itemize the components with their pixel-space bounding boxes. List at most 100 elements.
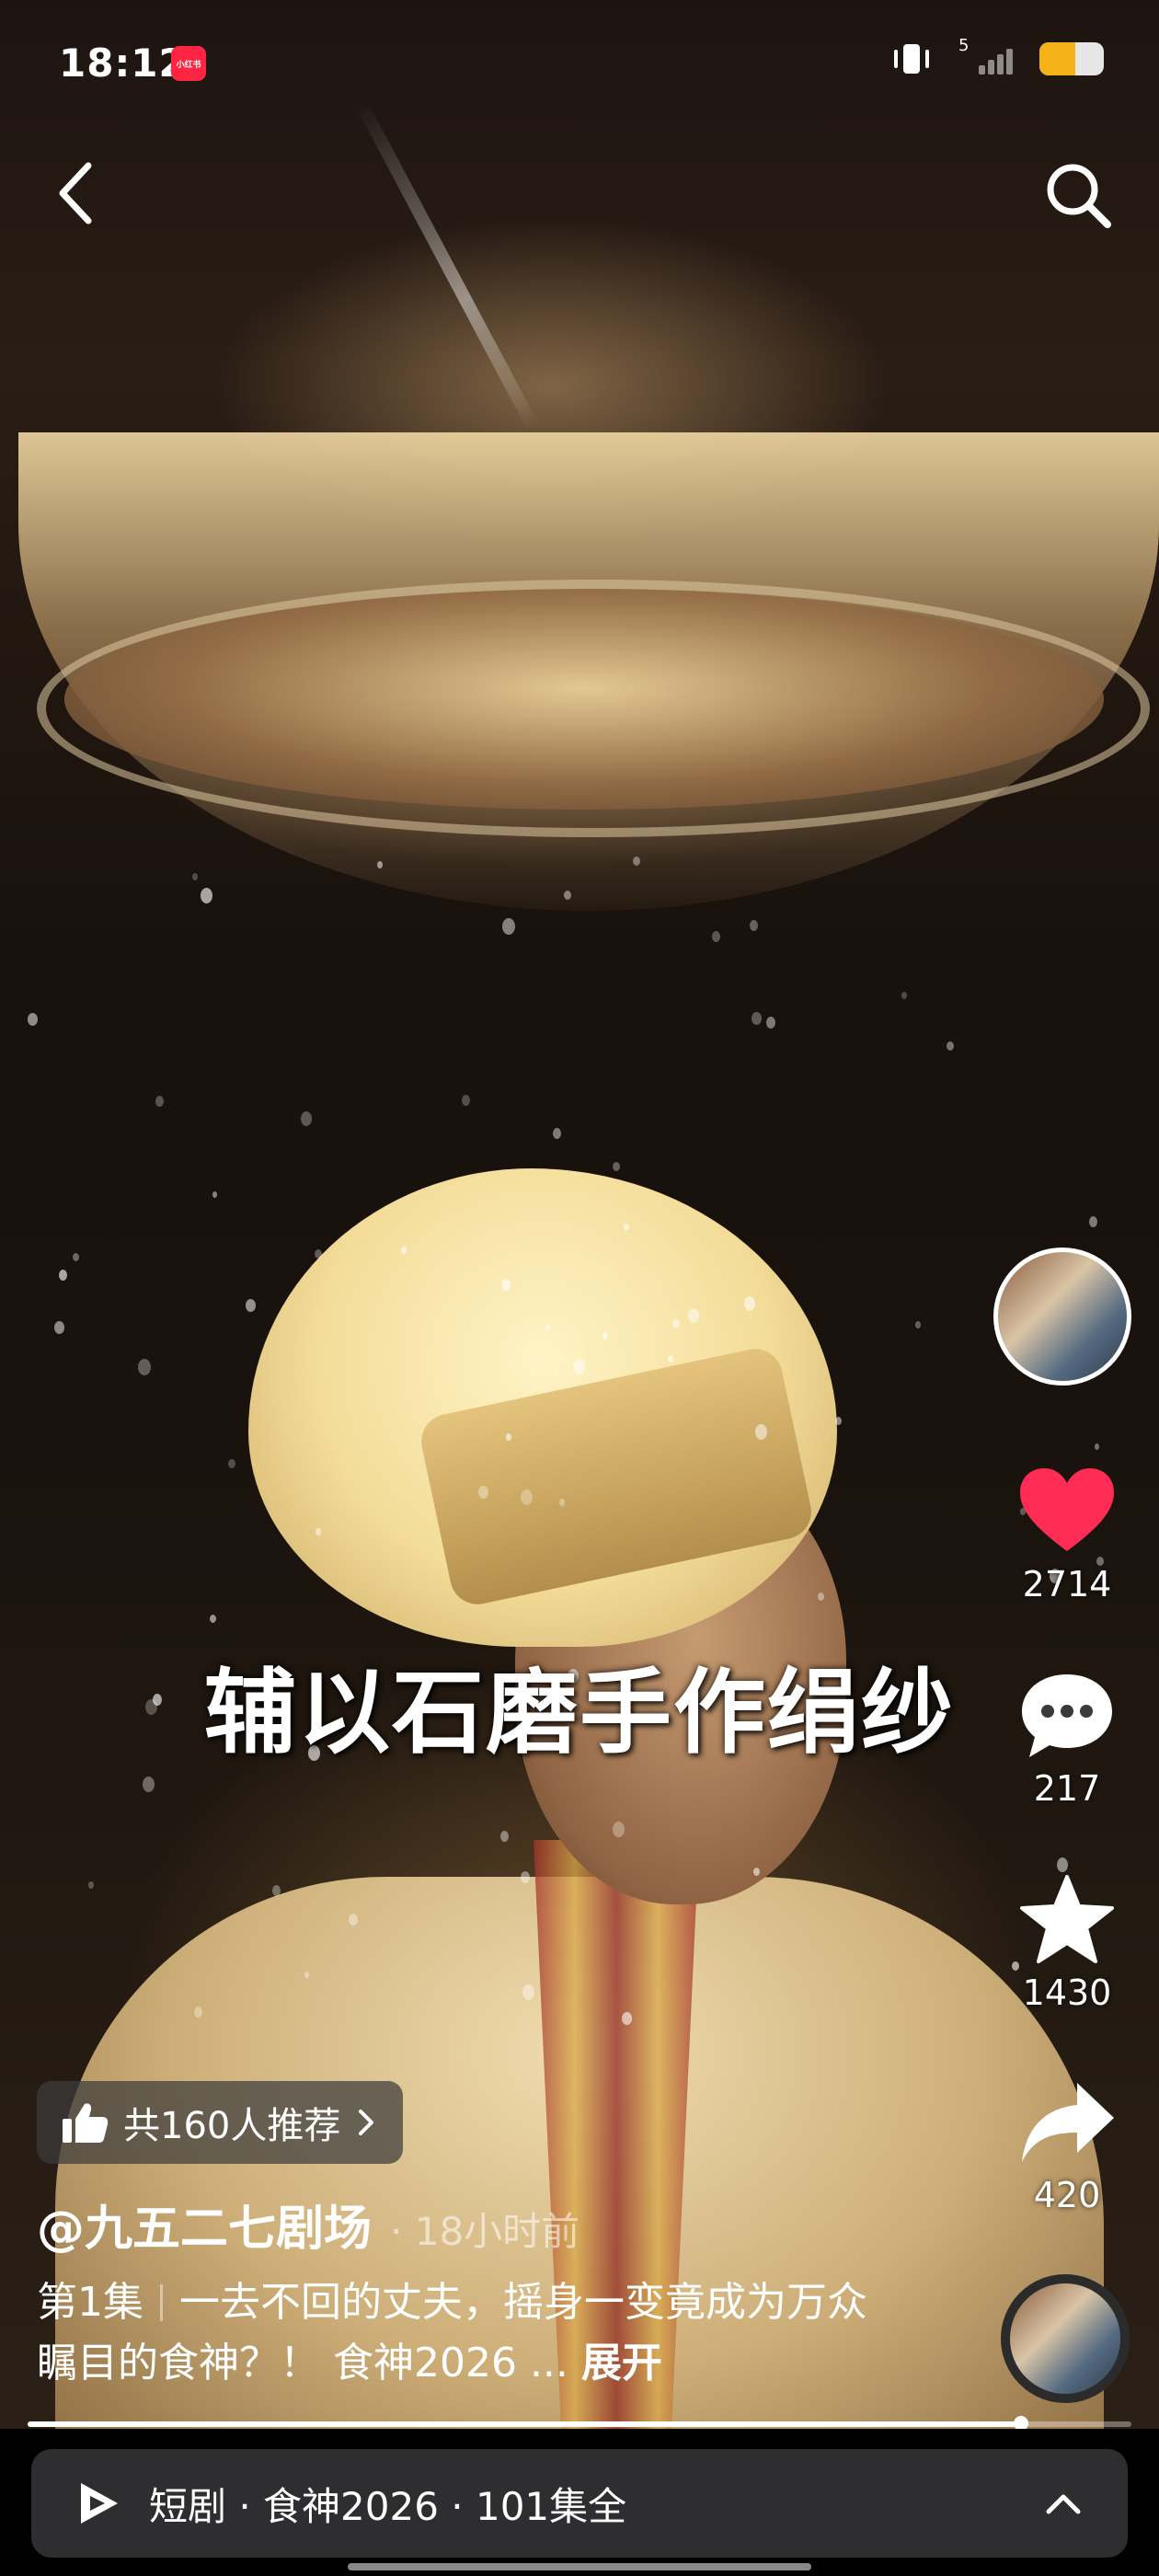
snow-flake [559,1499,565,1506]
episode-label: 第1集 [37,2279,143,2326]
snow-flake [688,1308,699,1323]
bowl-rim [37,580,1150,837]
snow-flake [54,1321,64,1334]
author-name[interactable]: @九五二七剧场 [37,2190,372,2259]
short-drama-icon [81,2483,118,2524]
author-line: @九五二七剧场 · 18小时前 [37,2190,580,2259]
chevron-right-icon [359,2110,374,2135]
signal-icon: 5 [958,36,1014,75]
caption-divider [160,2284,163,2321]
snow-flake [194,2007,202,2018]
back-button[interactable] [53,158,99,228]
favorite-count: 1430 [1022,1972,1112,2013]
status-icons: 5 [892,36,1104,75]
search-icon [1047,164,1111,228]
snow-flake [553,1128,561,1139]
snow-flake [613,1822,625,1837]
share-arrow-icon [1022,2083,1114,2162]
snow-flake [501,1279,511,1291]
snow-flake [947,1041,954,1051]
snow-flake [752,1012,762,1025]
snow-flake [1089,1216,1097,1227]
snow-flake [818,1593,824,1601]
snow-flake [228,1459,235,1468]
drama-series-bar[interactable]: 短剧 · 食神2026 · 101集全 [31,2449,1128,2558]
steam-stream [355,101,541,432]
snow-flake [564,891,571,900]
chevron-left-icon [59,162,92,224]
snow-flake [835,1417,842,1425]
snow-flake [401,1247,407,1254]
snow-flake [755,1424,767,1440]
snow-flake [766,1017,775,1029]
snow-flake [901,992,907,999]
snow-flake [138,1359,151,1375]
video-subtitle: 辅以石磨手作绢纱 [204,1659,955,1766]
music-disc[interactable] [1001,2274,1130,2403]
snow-flake [143,1777,155,1792]
snow-flake [633,857,640,866]
share-count: 420 [1033,2175,1101,2215]
snow-flake [712,931,720,942]
snow-flake [315,1249,322,1259]
video-player[interactable] [0,0,1159,2466]
home-indicator[interactable] [348,2563,811,2570]
snow-flake [521,1871,530,1883]
snow-flake [59,1270,67,1281]
snow-flake [522,1984,534,2000]
snow-flake [915,1321,921,1328]
vibrate-icon [892,42,933,75]
snow-flake [668,1355,673,1363]
snow-flake [622,2012,632,2025]
like-count: 2714 [1022,1564,1112,1604]
snow-flake [73,1253,79,1261]
comment-button[interactable]: 217 [993,1669,1141,1809]
snow-flake [349,1914,358,1926]
post-caption[interactable]: 第1集 一去不回的丈夫，摇身一变竟成为万众瞩目的食神？！ 食神2026 ... 展开 [37,2272,883,2394]
share-button[interactable]: 420 [993,2076,1141,2215]
snow-flake [301,1111,312,1126]
snow-flake [1057,1857,1068,1872]
search-button[interactable] [1041,158,1115,232]
like-button[interactable]: 2714 [993,1465,1141,1604]
snow-flake [192,873,198,880]
network-label: 5 [958,36,970,55]
heart-icon [1020,1468,1114,1551]
expand-link[interactable]: 展开 [581,2340,662,2386]
snow-flake [478,1486,488,1499]
thumbs-up-icon [63,2103,109,2143]
snow-flake [502,918,515,935]
snow-flake [210,1615,216,1623]
snow-flake [624,1224,629,1231]
video-progress-bar[interactable] [28,2416,1131,2431]
snow-flake [506,1433,511,1441]
snow-flake [750,920,758,931]
comment-count: 217 [1033,1768,1101,1809]
snow-flake [88,1881,94,1889]
favorite-button[interactable]: 1430 [993,1873,1141,2013]
drama-series-label: 短剧 · 食神2026 · 101集全 [149,2483,627,2529]
snow-flake [28,1013,38,1026]
chevron-up-icon[interactable] [1043,2484,1084,2524]
battery-icon [1039,42,1104,75]
snow-flake [316,1528,321,1535]
snow-flake [155,1096,164,1107]
snow-flake [602,1332,608,1340]
author-avatar[interactable] [993,1248,1131,1386]
star-icon [1020,1875,1114,1963]
status-time: 18:12 [59,40,187,86]
recommend-label: 共160人推荐 [123,2105,341,2147]
snow-flake [304,1972,309,1978]
snow-flake [753,1868,760,1876]
snow-flake [377,861,383,868]
xiaohongshu-app-icon: 小红书 [171,46,206,81]
snow-flake [246,1299,256,1312]
post-time: · 18小时前 [390,2209,580,2254]
snow-flake [272,1885,281,1896]
snow-flake [212,1191,217,1198]
recommend-pill[interactable]: 共160人推荐 [37,2081,404,2164]
snow-flake [500,1831,509,1842]
snow-flake [462,1095,470,1106]
snow-flake [545,1324,550,1330]
snow-flake [613,1162,620,1171]
